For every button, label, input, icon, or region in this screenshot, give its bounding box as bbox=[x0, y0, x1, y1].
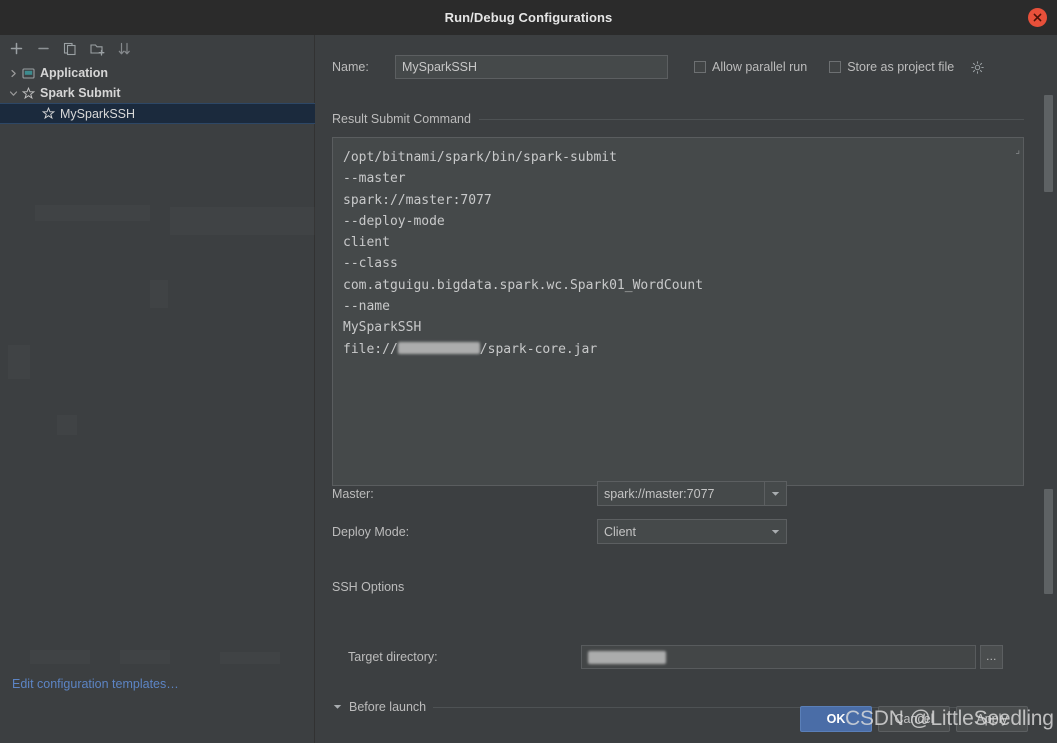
dialog-title: Run/Debug Configurations bbox=[444, 10, 613, 25]
name-row-options: Allow parallel run Store as project file bbox=[694, 60, 984, 74]
chevron-down-icon[interactable] bbox=[764, 482, 786, 505]
tree-item-application[interactable]: Application bbox=[0, 63, 315, 83]
resize-grip-icon[interactable]: ⌟ bbox=[1015, 145, 1020, 156]
command-line-jar-path: file:// /spark-core.jar bbox=[343, 339, 1013, 360]
checkbox-box bbox=[694, 61, 706, 73]
star-icon bbox=[40, 106, 57, 122]
folder-add-icon bbox=[89, 43, 104, 56]
section-divider bbox=[478, 118, 1024, 120]
dialog-titlebar: Run/Debug Configurations bbox=[0, 0, 1057, 35]
editor-scrollbar-thumb-lower[interactable] bbox=[1044, 489, 1053, 594]
redacted-target-directory bbox=[588, 650, 666, 664]
sidebar-toolbar bbox=[0, 35, 315, 62]
command-line: /opt/bitnami/spark/bin/spark-submit bbox=[343, 150, 617, 165]
command-line: --class bbox=[343, 256, 398, 272]
ghost-artifact bbox=[150, 280, 168, 308]
deploy-mode-value: Client bbox=[604, 524, 636, 539]
ghost-artifact bbox=[170, 207, 315, 235]
result-submit-command-header: Result Submit Command bbox=[332, 112, 1024, 126]
application-icon bbox=[20, 65, 37, 81]
tree-item-application-label: Application bbox=[40, 66, 109, 80]
master-dropdown[interactable]: spark://master:7077 bbox=[597, 481, 787, 506]
target-directory-row: Target directory: … bbox=[332, 645, 1003, 669]
store-as-project-file-label: Store as project file bbox=[847, 60, 955, 74]
master-label: Master: bbox=[332, 486, 374, 501]
command-line: --deploy-mode bbox=[343, 213, 445, 229]
name-row: Name: Allow parallel run Store as projec… bbox=[332, 55, 1037, 79]
command-line: client bbox=[343, 235, 390, 251]
copy-configuration-button[interactable] bbox=[59, 38, 81, 60]
minus-icon bbox=[37, 47, 49, 50]
command-line: spark://master:7077 bbox=[343, 192, 492, 208]
command-line: com.atguigu.bigdata.spark.wc.Spark01_Wor… bbox=[343, 277, 704, 293]
ghost-artifact bbox=[220, 652, 280, 664]
ssh-options-title: SSH Options bbox=[332, 580, 405, 594]
tree-item-mysparkssh[interactable]: MySparkSSH bbox=[0, 103, 315, 124]
command-line: --name bbox=[343, 299, 390, 315]
allow-parallel-run-label: Allow parallel run bbox=[712, 60, 808, 74]
editor-scrollbar-track-lower[interactable] bbox=[1043, 487, 1054, 692]
allow-parallel-run-checkbox[interactable]: Allow parallel run bbox=[694, 60, 807, 74]
name-label: Name: bbox=[332, 60, 369, 74]
star-icon bbox=[20, 85, 37, 101]
cancel-button[interactable]: Cancel bbox=[878, 706, 950, 732]
gear-icon[interactable] bbox=[970, 60, 984, 74]
edit-configuration-templates-link[interactable]: Edit configuration templates… bbox=[12, 677, 179, 691]
close-icon bbox=[1033, 13, 1042, 22]
redacted-path bbox=[397, 342, 480, 355]
jar-path-prefix: file:// bbox=[343, 341, 398, 357]
dialog-button-bar: OK Cancel Apply bbox=[0, 700, 1057, 743]
add-configuration-button[interactable] bbox=[5, 38, 27, 60]
target-directory-label: Target directory: bbox=[348, 650, 438, 664]
command-line: MySparkSSH bbox=[343, 320, 422, 336]
configurations-tree: Application Spark Submit MySparkSSH bbox=[0, 63, 315, 124]
jar-path-suffix: /spark-core.jar bbox=[479, 341, 598, 357]
chevron-right-icon[interactable] bbox=[6, 66, 20, 80]
configuration-editor-pane: Name: Allow parallel run Store as projec… bbox=[316, 35, 1057, 743]
save-configuration-button[interactable] bbox=[86, 38, 108, 60]
ghost-artifact bbox=[57, 415, 77, 435]
ghost-artifact bbox=[30, 650, 90, 664]
chevron-down-icon[interactable] bbox=[6, 86, 20, 100]
ok-button[interactable]: OK bbox=[800, 706, 872, 732]
deploy-mode-dropdown[interactable]: Client bbox=[597, 519, 787, 544]
tree-item-spark-submit-label: Spark Submit bbox=[40, 86, 121, 100]
editor-scrollbar-track-upper[interactable] bbox=[1043, 90, 1054, 480]
close-button[interactable] bbox=[1028, 8, 1047, 27]
sort-configurations-button[interactable] bbox=[113, 38, 135, 60]
master-value: spark://master:7077 bbox=[604, 486, 715, 501]
browse-directory-button[interactable]: … bbox=[980, 645, 1003, 669]
ghost-artifact bbox=[8, 345, 30, 379]
master-row: Master: spark://master:7077 bbox=[332, 481, 1032, 506]
plus-icon bbox=[10, 42, 22, 55]
command-line: --master bbox=[343, 171, 406, 187]
configurations-sidebar: Application Spark Submit MySparkSSH Edit… bbox=[0, 35, 315, 743]
result-submit-command-title: Result Submit Command bbox=[332, 112, 471, 126]
copy-icon bbox=[63, 42, 76, 55]
name-input[interactable] bbox=[395, 55, 668, 79]
tree-item-spark-submit[interactable]: Spark Submit bbox=[0, 83, 315, 103]
ghost-artifact bbox=[35, 205, 150, 221]
ghost-artifact bbox=[120, 650, 170, 664]
deploy-mode-row: Deploy Mode: Client bbox=[332, 519, 1032, 544]
result-submit-command-textarea[interactable]: /opt/bitnami/spark/bin/spark-submit --ma… bbox=[332, 137, 1024, 486]
target-directory-input[interactable] bbox=[581, 645, 976, 669]
chevron-down-icon[interactable] bbox=[764, 520, 786, 543]
apply-button[interactable]: Apply bbox=[956, 706, 1028, 732]
remove-configuration-button[interactable] bbox=[32, 38, 54, 60]
editor-scrollbar-thumb-upper[interactable] bbox=[1044, 95, 1053, 192]
store-as-project-file-checkbox[interactable]: Store as project file bbox=[829, 60, 954, 74]
sort-icon bbox=[118, 42, 130, 54]
deploy-mode-label: Deploy Mode: bbox=[332, 524, 410, 539]
checkbox-box bbox=[829, 61, 842, 73]
run-debug-configurations-dialog: Run/Debug Configurations Application Spa… bbox=[0, 0, 1057, 743]
tree-item-mysparkssh-label: MySparkSSH bbox=[60, 106, 136, 121]
